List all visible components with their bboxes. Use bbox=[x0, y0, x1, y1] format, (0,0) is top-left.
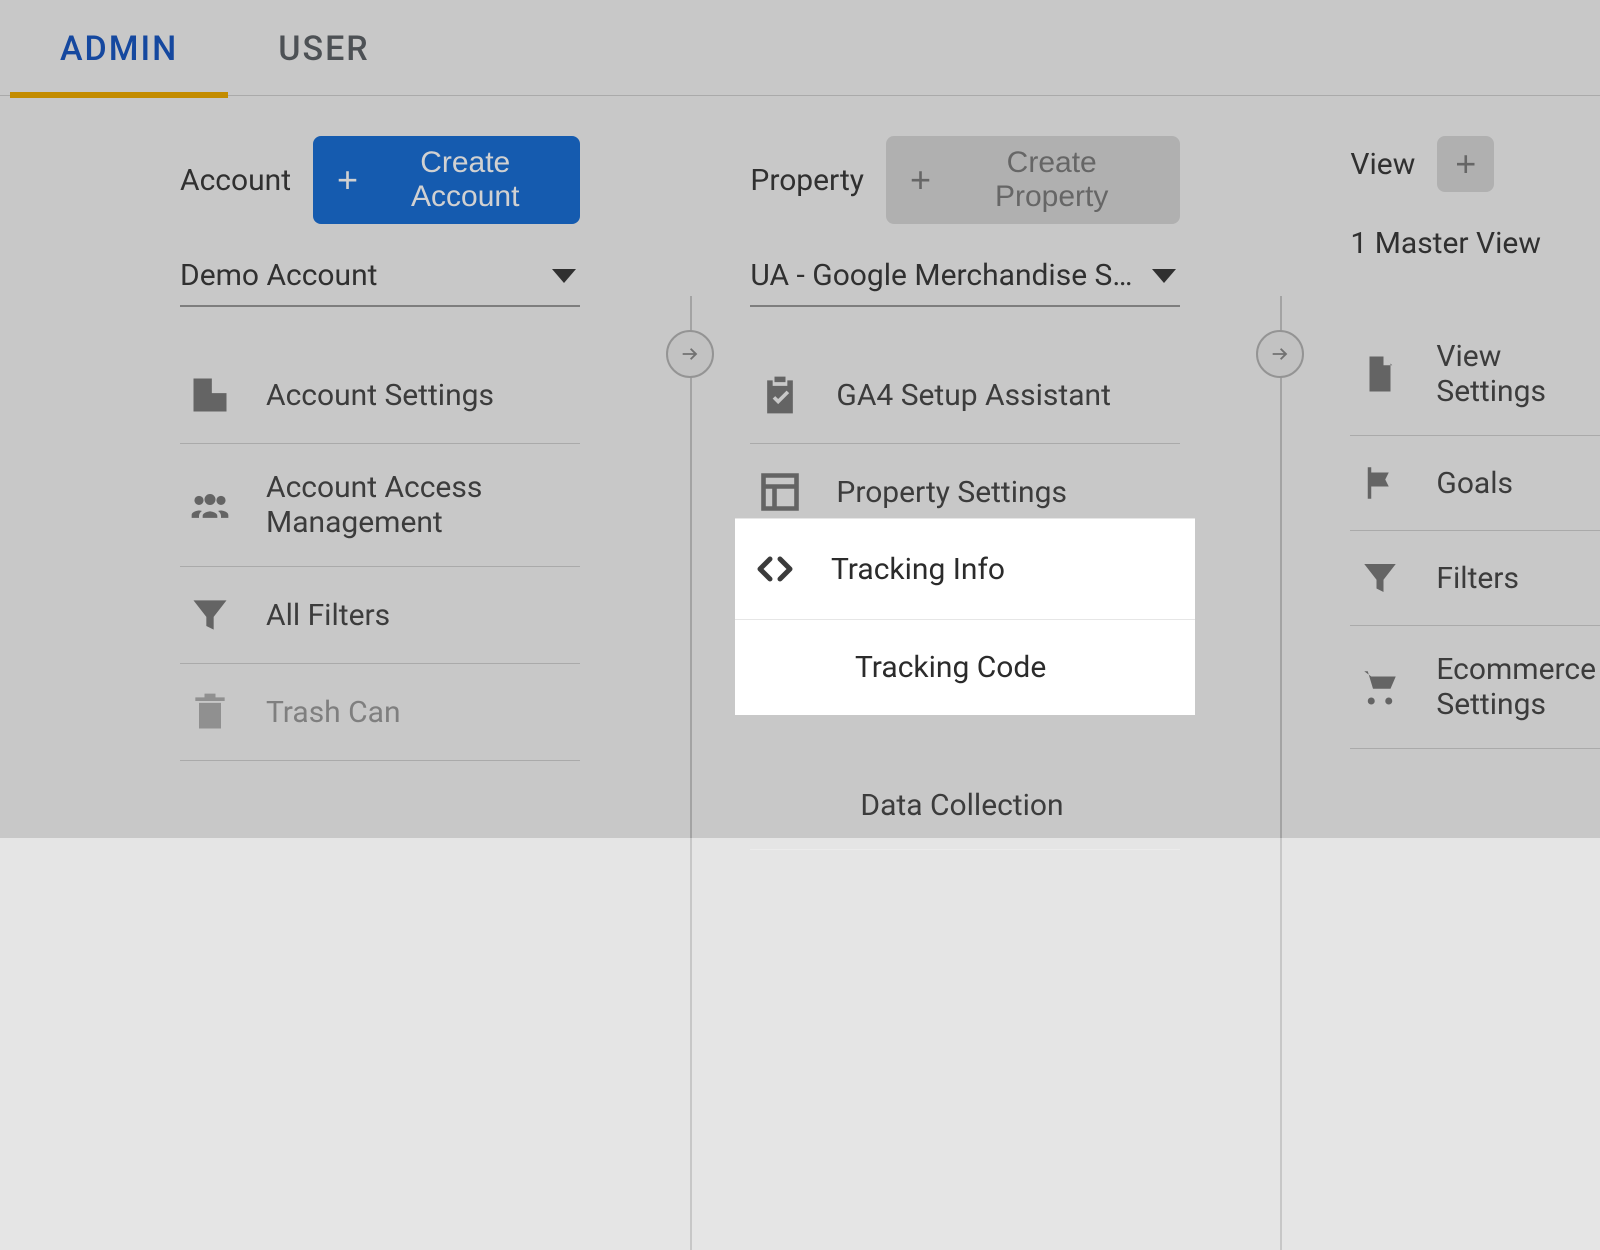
divider-line bbox=[1280, 296, 1282, 1250]
item-label: Goals bbox=[1436, 466, 1513, 501]
ecommerce-settings-item[interactable]: Ecommerce Settings bbox=[1350, 626, 1600, 749]
property-header: Property + Create Property bbox=[750, 136, 1180, 224]
account-settings-item[interactable]: Account Settings bbox=[180, 347, 580, 444]
divider-line bbox=[690, 296, 692, 1250]
item-label: Ecommerce Settings bbox=[1436, 652, 1596, 722]
trash-can-item[interactable]: Trash Can bbox=[180, 664, 580, 761]
move-property-button[interactable] bbox=[1256, 330, 1304, 378]
view-column: View + 1 Master View View Settings bbox=[1350, 136, 1600, 850]
plus-icon: + bbox=[910, 162, 931, 198]
plus-icon: + bbox=[1455, 146, 1476, 182]
property-selector[interactable]: UA - Google Merchandise Sto… bbox=[750, 246, 1180, 307]
account-column: Account + Create Account Demo Account Ac… bbox=[180, 136, 580, 850]
goals-item[interactable]: Goals bbox=[1350, 436, 1600, 531]
item-label: Account Access Management bbox=[266, 470, 576, 540]
account-items: Account Settings Account Access Manageme… bbox=[180, 347, 580, 761]
view-selector[interactable]: 1 Master View bbox=[1350, 214, 1600, 273]
item-label: View Settings bbox=[1436, 339, 1596, 409]
filter-icon bbox=[184, 593, 236, 637]
item-label: Trash Can bbox=[266, 695, 401, 730]
item-label: Property Settings bbox=[836, 475, 1067, 510]
view-header: View + bbox=[1350, 136, 1600, 192]
cart-icon bbox=[1354, 666, 1406, 708]
view-label: View bbox=[1350, 147, 1415, 182]
trash-icon bbox=[184, 690, 236, 734]
columns: Account + Create Account Demo Account Ac… bbox=[0, 96, 1600, 850]
building-icon bbox=[184, 373, 236, 417]
account-header: Account + Create Account bbox=[180, 136, 580, 224]
plus-icon: + bbox=[337, 162, 358, 198]
document-icon bbox=[1354, 353, 1406, 395]
caret-down-icon bbox=[1152, 269, 1176, 283]
tabs: ADMIN USER bbox=[0, 0, 1600, 96]
item-label: Tracking Info bbox=[831, 552, 1005, 587]
tracking-info-highlight: Tracking Info Tracking Code bbox=[735, 518, 1195, 715]
filters-item[interactable]: Filters bbox=[1350, 531, 1600, 626]
tracking-code-item[interactable]: Tracking Code bbox=[735, 620, 1195, 715]
view-settings-item[interactable]: View Settings bbox=[1350, 313, 1600, 436]
arrow-right-icon bbox=[1269, 343, 1291, 365]
arrow-right-icon bbox=[679, 343, 701, 365]
tracking-info-item[interactable]: Tracking Info bbox=[735, 519, 1195, 620]
flag-icon bbox=[1354, 462, 1406, 504]
account-selected: Demo Account bbox=[180, 258, 377, 293]
account-selector[interactable]: Demo Account bbox=[180, 246, 580, 307]
item-label: GA4 Setup Assistant bbox=[836, 378, 1111, 413]
property-column: Property + Create Property UA - Google M… bbox=[750, 136, 1180, 850]
admin-page: ADMIN USER Account + Create Account Demo… bbox=[0, 0, 1600, 838]
tab-admin[interactable]: ADMIN bbox=[60, 0, 178, 97]
create-view-button[interactable]: + bbox=[1437, 136, 1494, 192]
item-label: Data Collection bbox=[860, 788, 1063, 823]
item-label: All Filters bbox=[266, 598, 390, 633]
item-label: Tracking Code bbox=[855, 650, 1046, 685]
all-filters-item[interactable]: All Filters bbox=[180, 567, 580, 664]
ga4-setup-assistant-item[interactable]: GA4 Setup Assistant bbox=[750, 347, 1180, 444]
create-property-label: Create Property bbox=[947, 146, 1156, 214]
view-items: View Settings Goals Filters bbox=[1350, 313, 1600, 749]
tab-user[interactable]: USER bbox=[278, 0, 369, 97]
property-selected: UA - Google Merchandise Sto… bbox=[750, 258, 1140, 293]
property-label: Property bbox=[750, 163, 864, 198]
account-access-management-item[interactable]: Account Access Management bbox=[180, 444, 580, 567]
create-account-label: Create Account bbox=[374, 146, 556, 214]
move-account-button[interactable] bbox=[666, 330, 714, 378]
clipboard-check-icon bbox=[754, 373, 806, 417]
layout-icon bbox=[754, 470, 806, 514]
create-property-button[interactable]: + Create Property bbox=[886, 136, 1180, 224]
item-label: Account Settings bbox=[266, 378, 494, 413]
caret-down-icon bbox=[552, 269, 576, 283]
code-icon bbox=[749, 549, 801, 589]
view-selected: 1 Master View bbox=[1350, 226, 1540, 261]
item-label: Filters bbox=[1436, 561, 1519, 596]
create-account-button[interactable]: + Create Account bbox=[313, 136, 580, 224]
account-label: Account bbox=[180, 163, 291, 198]
filter-icon bbox=[1354, 557, 1406, 599]
data-collection-item[interactable]: Data Collection bbox=[750, 762, 1180, 850]
people-icon bbox=[184, 483, 236, 527]
